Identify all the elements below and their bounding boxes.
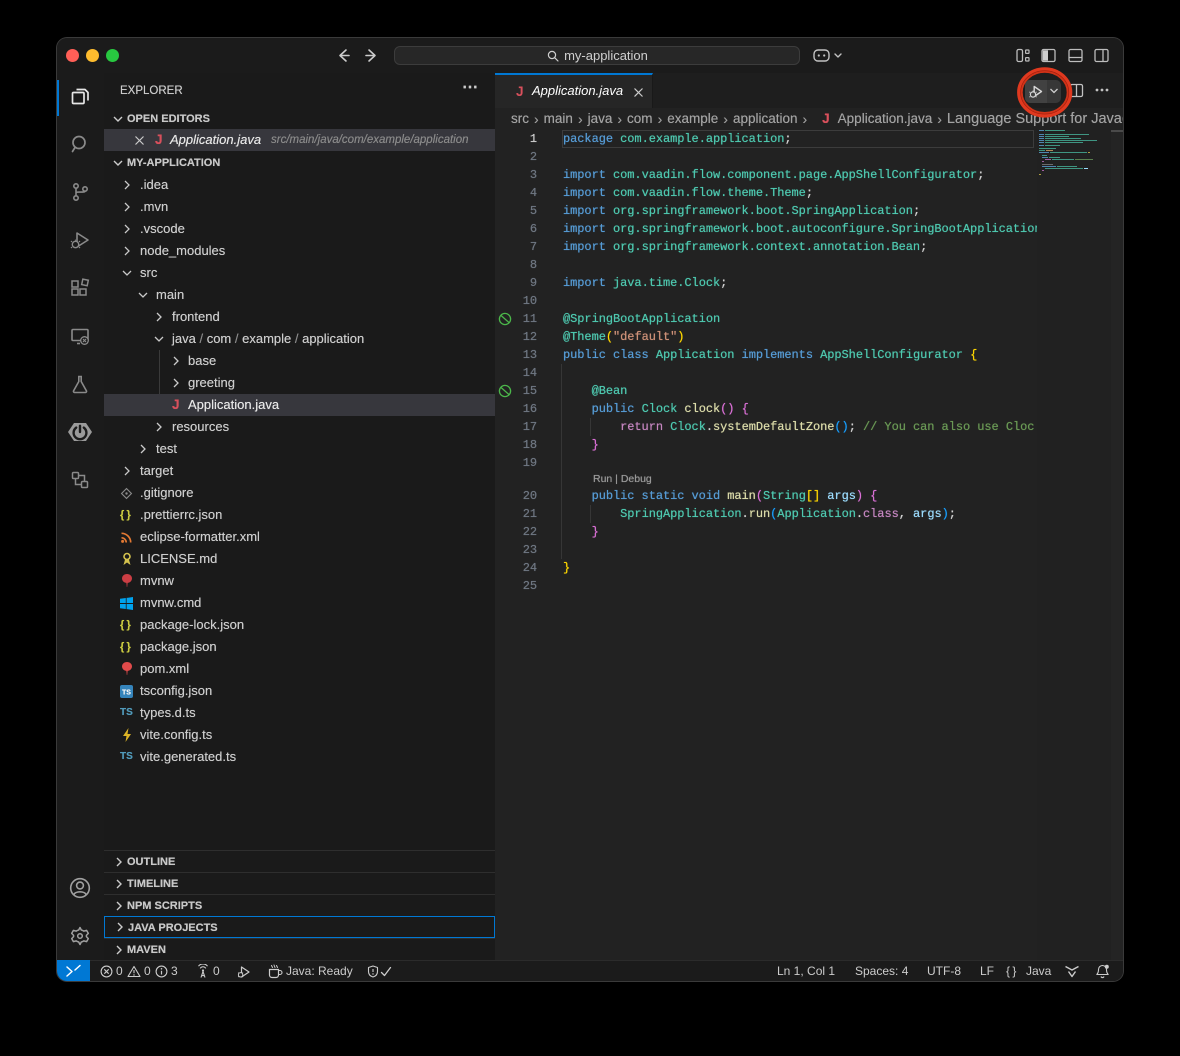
svg-text:TS: TS [122, 690, 131, 697]
